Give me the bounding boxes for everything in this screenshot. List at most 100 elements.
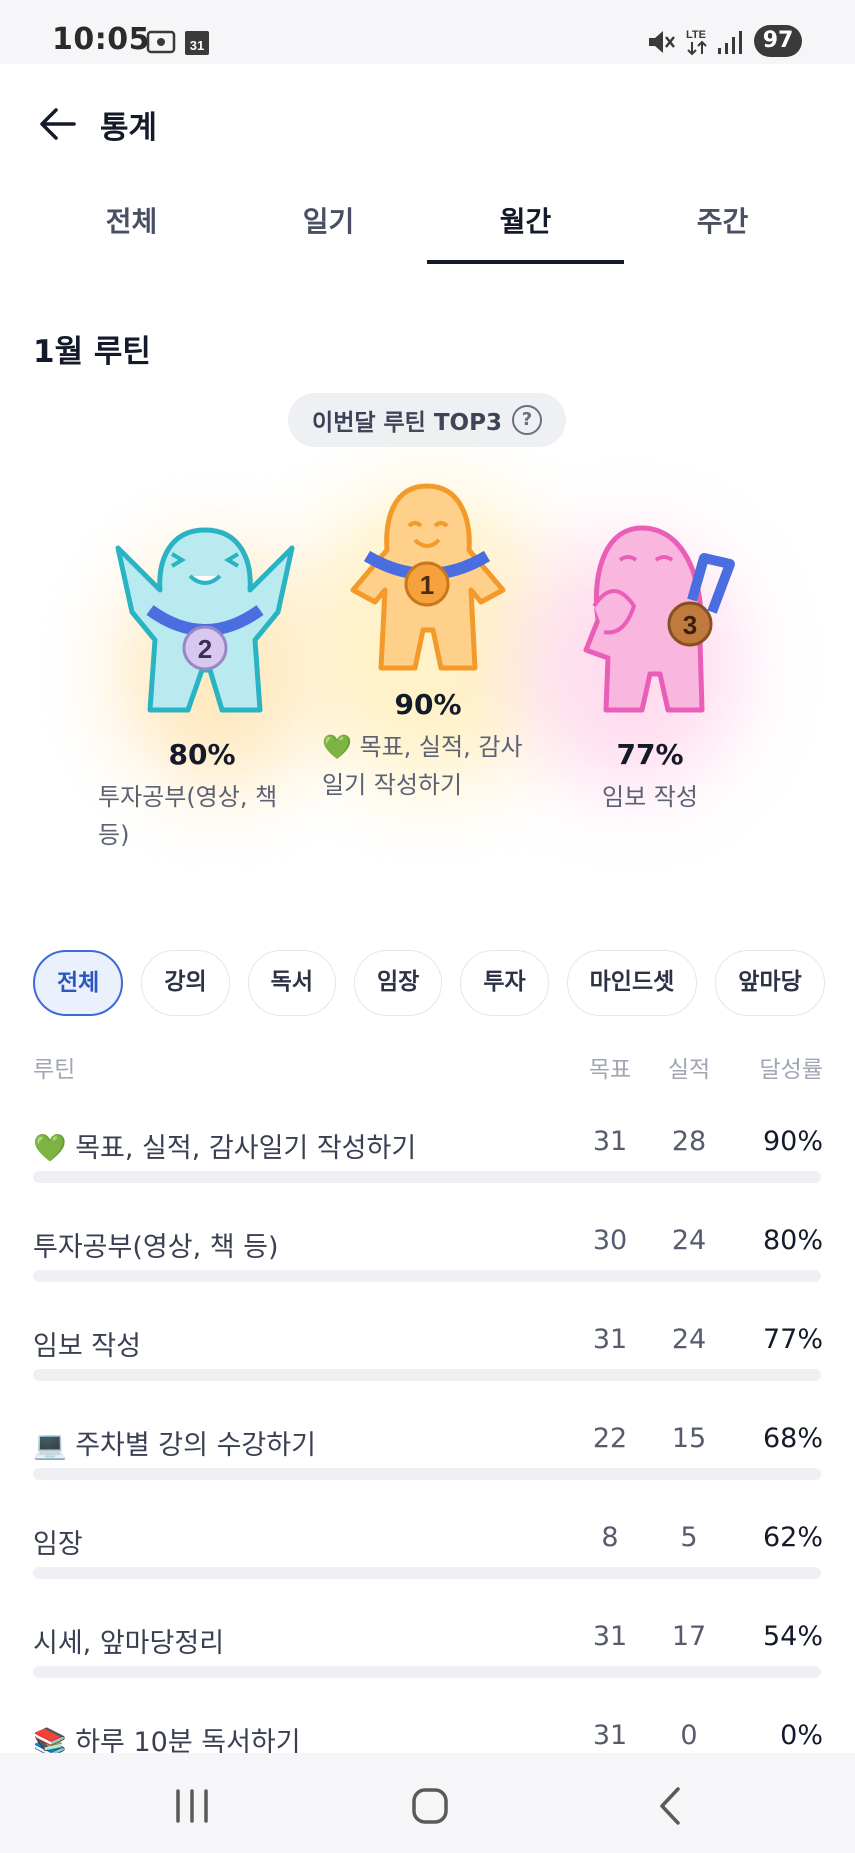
row-routine-name: 💚 목표, 실적, 감사일기 작성하기 xyxy=(33,1133,417,1164)
progress-fill xyxy=(33,1270,664,1282)
signal-icon xyxy=(718,31,742,54)
row-routine-name: 시세, 앞마당정리 xyxy=(33,1628,225,1659)
row-done: 5 xyxy=(680,1522,698,1553)
table-row[interactable]: 임보 작성 31 24 77% xyxy=(33,1324,823,1423)
screenshot-icon xyxy=(146,30,176,54)
third-place-character-icon: 3 xyxy=(583,525,735,713)
calendar-icon: 31 xyxy=(185,31,209,55)
battery-badge: 97 xyxy=(754,25,802,57)
lte-icon: LTE xyxy=(686,29,707,56)
filter-chip-all[interactable]: 전체 xyxy=(33,950,124,1016)
row-done: 28 xyxy=(671,1126,707,1157)
status-time: 10:05 xyxy=(52,22,150,57)
filter-chip-site-visit[interactable]: 임장 xyxy=(353,950,443,1016)
progress-track xyxy=(33,1270,821,1282)
progress-track xyxy=(33,1666,821,1678)
filter-chip-reading[interactable]: 독서 xyxy=(247,950,336,1016)
filter-chip-apmadang[interactable]: 앞마당 xyxy=(715,950,825,1016)
progress-track xyxy=(33,1468,821,1480)
progress-track xyxy=(33,1171,821,1183)
table-row[interactable]: 💚 목표, 실적, 감사일기 작성하기 31 28 90% xyxy=(33,1126,823,1225)
third-rank-number: 3 xyxy=(683,610,697,640)
first-name-line1: 💚 목표, 실적, 감사 xyxy=(322,733,523,761)
progress-track xyxy=(33,1369,821,1381)
row-rate: 68% xyxy=(762,1423,823,1454)
second-rank-number: 2 xyxy=(198,634,212,664)
row-goal: 31 xyxy=(592,1621,628,1652)
progress-fill xyxy=(33,1666,459,1678)
row-routine-name: 📚 하루 10분 독서하기 xyxy=(33,1727,301,1753)
row-done: 0 xyxy=(680,1720,698,1751)
back-nav-icon[interactable] xyxy=(640,1781,700,1831)
header-routine: 루틴 xyxy=(33,1057,76,1083)
routine-table-header: 루틴 목표 실적 달성률 xyxy=(33,1050,823,1090)
row-goal: 31 xyxy=(592,1324,628,1355)
help-icon[interactable]: ? xyxy=(511,405,542,435)
row-goal: 8 xyxy=(601,1522,619,1553)
row-goal: 30 xyxy=(592,1225,628,1256)
filter-chip-mindset[interactable]: 마인드셋 xyxy=(566,950,698,1016)
progress-track xyxy=(33,1567,821,1579)
row-rate: 90% xyxy=(762,1126,823,1157)
category-filter-chips: 전체 강의 독서 임장 투자 마인드셋 앞마당 xyxy=(33,950,825,1016)
third-routine-name: 임보 작성 xyxy=(590,778,710,816)
first-rank-number: 1 xyxy=(420,570,434,600)
row-routine-name: 💻 주차별 강의 수강하기 xyxy=(33,1430,316,1461)
row-rate: 0% xyxy=(780,1720,823,1751)
first-routine-name: 💚 목표, 실적, 감사 일기 작성하기 xyxy=(322,728,552,804)
svg-text:31: 31 xyxy=(190,38,204,53)
tab-diary[interactable]: 일기 xyxy=(230,184,427,264)
row-routine-name: 임보 작성 xyxy=(33,1331,141,1362)
third-name-line1: 임보 작성 xyxy=(602,783,698,811)
tab-weekly[interactable]: 주간 xyxy=(624,184,821,264)
svg-text:LTE: LTE xyxy=(686,29,706,41)
row-done: 15 xyxy=(671,1423,707,1454)
table-row[interactable]: 임장 8 5 62% xyxy=(33,1522,823,1621)
row-rate: 80% xyxy=(762,1225,823,1256)
section-title: 1월 루틴 xyxy=(33,334,151,370)
table-row[interactable]: 투자공부(영상, 책 등) 30 24 80% xyxy=(33,1225,823,1324)
progress-fill xyxy=(33,1171,743,1183)
row-rate: 54% xyxy=(762,1621,823,1652)
table-row[interactable]: 시세, 앞마당정리 31 17 54% xyxy=(33,1621,823,1720)
system-nav-bar xyxy=(0,1753,855,1853)
second-place-character-icon: 2 xyxy=(115,527,295,713)
first-place-character-icon: 1 xyxy=(350,483,506,671)
row-goal: 22 xyxy=(592,1423,628,1454)
progress-fill xyxy=(33,1567,522,1579)
row-done: 24 xyxy=(671,1225,707,1256)
row-done: 17 xyxy=(671,1621,707,1652)
app-header: 통계 xyxy=(0,64,855,184)
header-goal: 목표 xyxy=(588,1057,632,1083)
header-done: 실적 xyxy=(667,1057,711,1083)
row-rate: 62% xyxy=(762,1522,823,1553)
recent-apps-icon[interactable] xyxy=(162,1781,222,1831)
header-rate: 달성률 xyxy=(759,1057,823,1083)
progress-fill xyxy=(33,1468,569,1480)
second-name-line1: 투자공부(영상, 책 xyxy=(98,783,278,811)
row-rate: 77% xyxy=(762,1324,823,1355)
table-row[interactable]: 💻 주차별 강의 수강하기 22 15 68% xyxy=(33,1423,823,1522)
top3-label-text: 이번달 루틴 TOP3 xyxy=(312,410,502,436)
progress-fill xyxy=(33,1369,640,1381)
table-row[interactable]: 📚 하루 10분 독서하기 31 0 0% xyxy=(33,1720,823,1753)
filter-chip-lecture[interactable]: 강의 xyxy=(141,950,230,1016)
mute-icon xyxy=(649,31,675,53)
home-icon[interactable] xyxy=(400,1781,460,1831)
tab-monthly[interactable]: 월간 xyxy=(427,184,624,264)
first-percent: 90% xyxy=(394,688,462,721)
row-goal: 31 xyxy=(592,1126,628,1157)
back-arrow-icon[interactable] xyxy=(36,102,80,146)
row-routine-name: 임장 xyxy=(33,1529,83,1560)
third-percent: 77% xyxy=(616,738,684,771)
filter-chip-investment[interactable]: 투자 xyxy=(460,950,549,1016)
row-goal: 31 xyxy=(592,1720,628,1751)
second-name-line2: 등) xyxy=(98,821,130,849)
row-done: 24 xyxy=(671,1324,707,1355)
page-title: 통계 xyxy=(100,110,158,146)
first-name-line2: 일기 작성하기 xyxy=(322,771,463,799)
top3-podium: 2 1 3 80% 투자공부(영상, 책 등) 90% 💚 목표, 실적, 감사… xyxy=(0,470,855,870)
tab-all[interactable]: 전체 xyxy=(33,184,230,264)
period-tabs: 전체 일기 월간 주간 xyxy=(33,184,821,264)
row-routine-name: 투자공부(영상, 책 등) xyxy=(33,1232,279,1263)
